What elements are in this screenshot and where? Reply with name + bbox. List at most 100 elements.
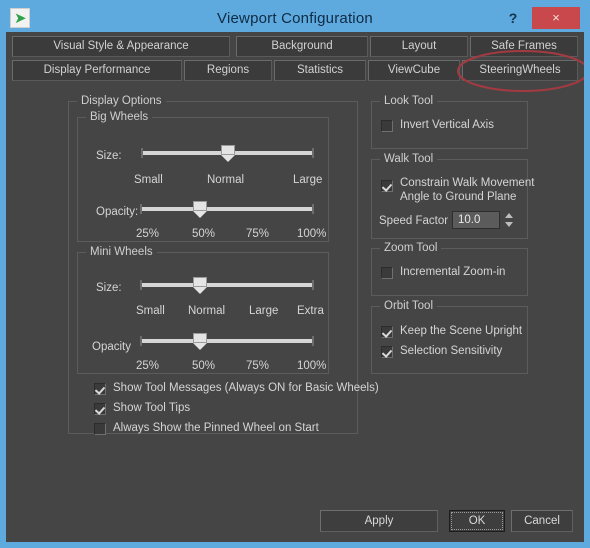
slider-track[interactable] bbox=[140, 207, 314, 211]
checkbox-constrain-walk-movement[interactable] bbox=[381, 180, 393, 192]
slider-handle-body bbox=[193, 201, 207, 211]
tab-row-2: Display Performance Regions Statistics V… bbox=[12, 60, 578, 82]
mini-wheels-opacity-tick-25: 25% bbox=[136, 360, 160, 372]
checkbox-incremental-zoom-in[interactable] bbox=[381, 267, 393, 279]
checkbox-keep-scene-upright[interactable] bbox=[381, 326, 393, 338]
big-wheels-size-tick-small: Small bbox=[134, 174, 163, 186]
checkbox-show-tool-tips-label: Show Tool Tips bbox=[113, 402, 191, 414]
mini-wheels-opacity-tick-100: 100% bbox=[297, 360, 327, 372]
checkbox-show-tool-messages[interactable] bbox=[94, 383, 106, 395]
slider-endcap-right bbox=[312, 204, 314, 214]
slider-track[interactable] bbox=[140, 283, 314, 287]
spinner-down-arrow[interactable] bbox=[505, 222, 513, 227]
checkbox-keep-scene-upright-label: Keep the Scene Upright bbox=[400, 325, 523, 337]
orbit-tool-group: Orbit Tool Keep the Scene Upright Select… bbox=[371, 300, 528, 374]
tab-display-performance[interactable]: Display Performance bbox=[12, 60, 182, 81]
spinner-up-arrow[interactable] bbox=[505, 213, 513, 218]
big-wheels-size-slider[interactable] bbox=[141, 145, 314, 162]
mini-wheels-opacity-tick-75: 75% bbox=[246, 360, 270, 372]
checkbox-constrain-walk-movement-label-line1: Constrain Walk Movement bbox=[400, 177, 535, 189]
checkbox-invert-vertical-axis[interactable] bbox=[381, 120, 393, 132]
look-tool-group: Look Tool Invert Vertical Axis bbox=[371, 95, 528, 149]
zoom-tool-group: Zoom Tool Incremental Zoom-in bbox=[371, 242, 528, 296]
mini-wheels-size-tick-extra: Extra bbox=[297, 305, 324, 317]
speed-factor-spinner[interactable] bbox=[503, 211, 514, 229]
mini-wheels-size-tick-normal: Normal bbox=[188, 305, 226, 317]
look-tool-legend: Look Tool bbox=[380, 95, 438, 108]
mini-wheels-legend: Mini Wheels bbox=[86, 246, 157, 259]
checkbox-show-tool-messages-label: Show Tool Messages (Always ON for Basic … bbox=[113, 382, 379, 394]
big-wheels-opacity-tick-50: 50% bbox=[192, 228, 216, 240]
checkbox-invert-vertical-axis-label: Invert Vertical Axis bbox=[400, 119, 494, 131]
mini-wheels-opacity-label: Opacity bbox=[92, 341, 131, 353]
slider-endcap-left bbox=[141, 148, 143, 158]
big-wheels-opacity-tick-75: 75% bbox=[246, 228, 270, 240]
display-options-legend: Display Options bbox=[77, 95, 166, 108]
close-button[interactable]: × bbox=[532, 7, 580, 29]
mini-wheels-opacity-slider[interactable] bbox=[140, 333, 314, 350]
checkbox-selection-sensitivity[interactable] bbox=[381, 346, 393, 358]
slider-endcap-left bbox=[140, 336, 142, 346]
tab-background[interactable]: Background bbox=[236, 36, 368, 57]
title-bar: ➤ Viewport Configuration ? × bbox=[6, 6, 584, 32]
slider-handle[interactable] bbox=[221, 145, 235, 162]
cancel-button[interactable]: Cancel bbox=[511, 510, 573, 532]
speed-factor-input[interactable]: 10.0 bbox=[452, 211, 500, 229]
slider-endcap-right bbox=[312, 148, 314, 158]
mini-wheels-group: Mini Wheels Size: Small Normal Large Ext… bbox=[77, 246, 329, 374]
slider-handle-body bbox=[193, 277, 207, 287]
checkbox-always-show-pinned-wheel[interactable] bbox=[94, 423, 106, 435]
slider-handle-body bbox=[193, 333, 207, 343]
big-wheels-group: Big Wheels Size: Small Normal Large Opac… bbox=[77, 111, 329, 242]
mini-wheels-size-slider[interactable] bbox=[140, 277, 314, 294]
speed-factor-label: Speed Factor bbox=[379, 215, 449, 227]
tab-bar: Visual Style & Appearance Background Lay… bbox=[12, 36, 578, 84]
apply-button[interactable]: Apply bbox=[320, 510, 438, 532]
display-options-group: Display Options Big Wheels Size: Small N… bbox=[68, 95, 379, 435]
zoom-tool-legend: Zoom Tool bbox=[380, 242, 442, 255]
checkbox-show-tool-tips[interactable] bbox=[94, 403, 106, 415]
slider-track[interactable] bbox=[140, 339, 314, 343]
walk-tool-group: Walk Tool Constrain Walk Movement Angle … bbox=[371, 153, 534, 239]
big-wheels-legend: Big Wheels bbox=[86, 111, 153, 124]
slider-handle-tip bbox=[193, 343, 207, 350]
big-wheels-size-tick-normal: Normal bbox=[207, 174, 245, 186]
big-wheels-size-label: Size: bbox=[96, 150, 122, 162]
orbit-tool-legend: Orbit Tool bbox=[380, 300, 438, 313]
tab-layout[interactable]: Layout bbox=[370, 36, 468, 57]
checkbox-selection-sensitivity-label: Selection Sensitivity bbox=[400, 345, 503, 357]
checkbox-incremental-zoom-in-label: Incremental Zoom-in bbox=[400, 266, 506, 278]
big-wheels-opacity-tick-100: 100% bbox=[297, 228, 327, 240]
help-button[interactable]: ? bbox=[504, 8, 522, 28]
slider-handle-body bbox=[221, 145, 235, 155]
mini-wheels-size-tick-small: Small bbox=[136, 305, 165, 317]
big-wheels-size-tick-large: Large bbox=[293, 174, 323, 186]
mini-wheels-opacity-tick-50: 50% bbox=[192, 360, 216, 372]
slider-endcap-left bbox=[140, 280, 142, 290]
big-wheels-opacity-slider[interactable] bbox=[140, 201, 314, 218]
tab-regions[interactable]: Regions bbox=[184, 60, 272, 81]
walk-tool-legend: Walk Tool bbox=[380, 153, 438, 166]
big-wheels-opacity-tick-25: 25% bbox=[136, 228, 160, 240]
slider-endcap-right bbox=[312, 280, 314, 290]
slider-handle[interactable] bbox=[193, 201, 207, 218]
slider-handle[interactable] bbox=[193, 333, 207, 350]
slider-handle-tip bbox=[221, 155, 235, 162]
tab-statistics[interactable]: Statistics bbox=[274, 60, 366, 81]
big-wheels-opacity-label: Opacity: bbox=[96, 206, 139, 218]
tab-steeringwheels[interactable]: SteeringWheels bbox=[462, 60, 578, 81]
checkbox-constrain-walk-movement-label-line2: Angle to Ground Plane bbox=[400, 191, 517, 203]
tab-viewcube[interactable]: ViewCube bbox=[368, 60, 460, 81]
mini-wheels-size-tick-large: Large bbox=[249, 305, 279, 317]
ok-button[interactable]: OK bbox=[449, 510, 505, 532]
tab-visual-style-appearance[interactable]: Visual Style & Appearance bbox=[12, 36, 230, 57]
tab-row-1: Visual Style & Appearance Background Lay… bbox=[12, 36, 578, 58]
slider-handle[interactable] bbox=[193, 277, 207, 294]
tab-safe-frames[interactable]: Safe Frames bbox=[470, 36, 578, 57]
slider-endcap-right bbox=[312, 336, 314, 346]
mini-wheels-size-label: Size: bbox=[96, 282, 122, 294]
slider-endcap-left bbox=[140, 204, 142, 214]
viewport-configuration-dialog: ➤ Viewport Configuration ? × Visual Styl… bbox=[0, 0, 590, 548]
window-title: Viewport Configuration bbox=[217, 10, 373, 27]
slider-handle-tip bbox=[193, 211, 207, 218]
